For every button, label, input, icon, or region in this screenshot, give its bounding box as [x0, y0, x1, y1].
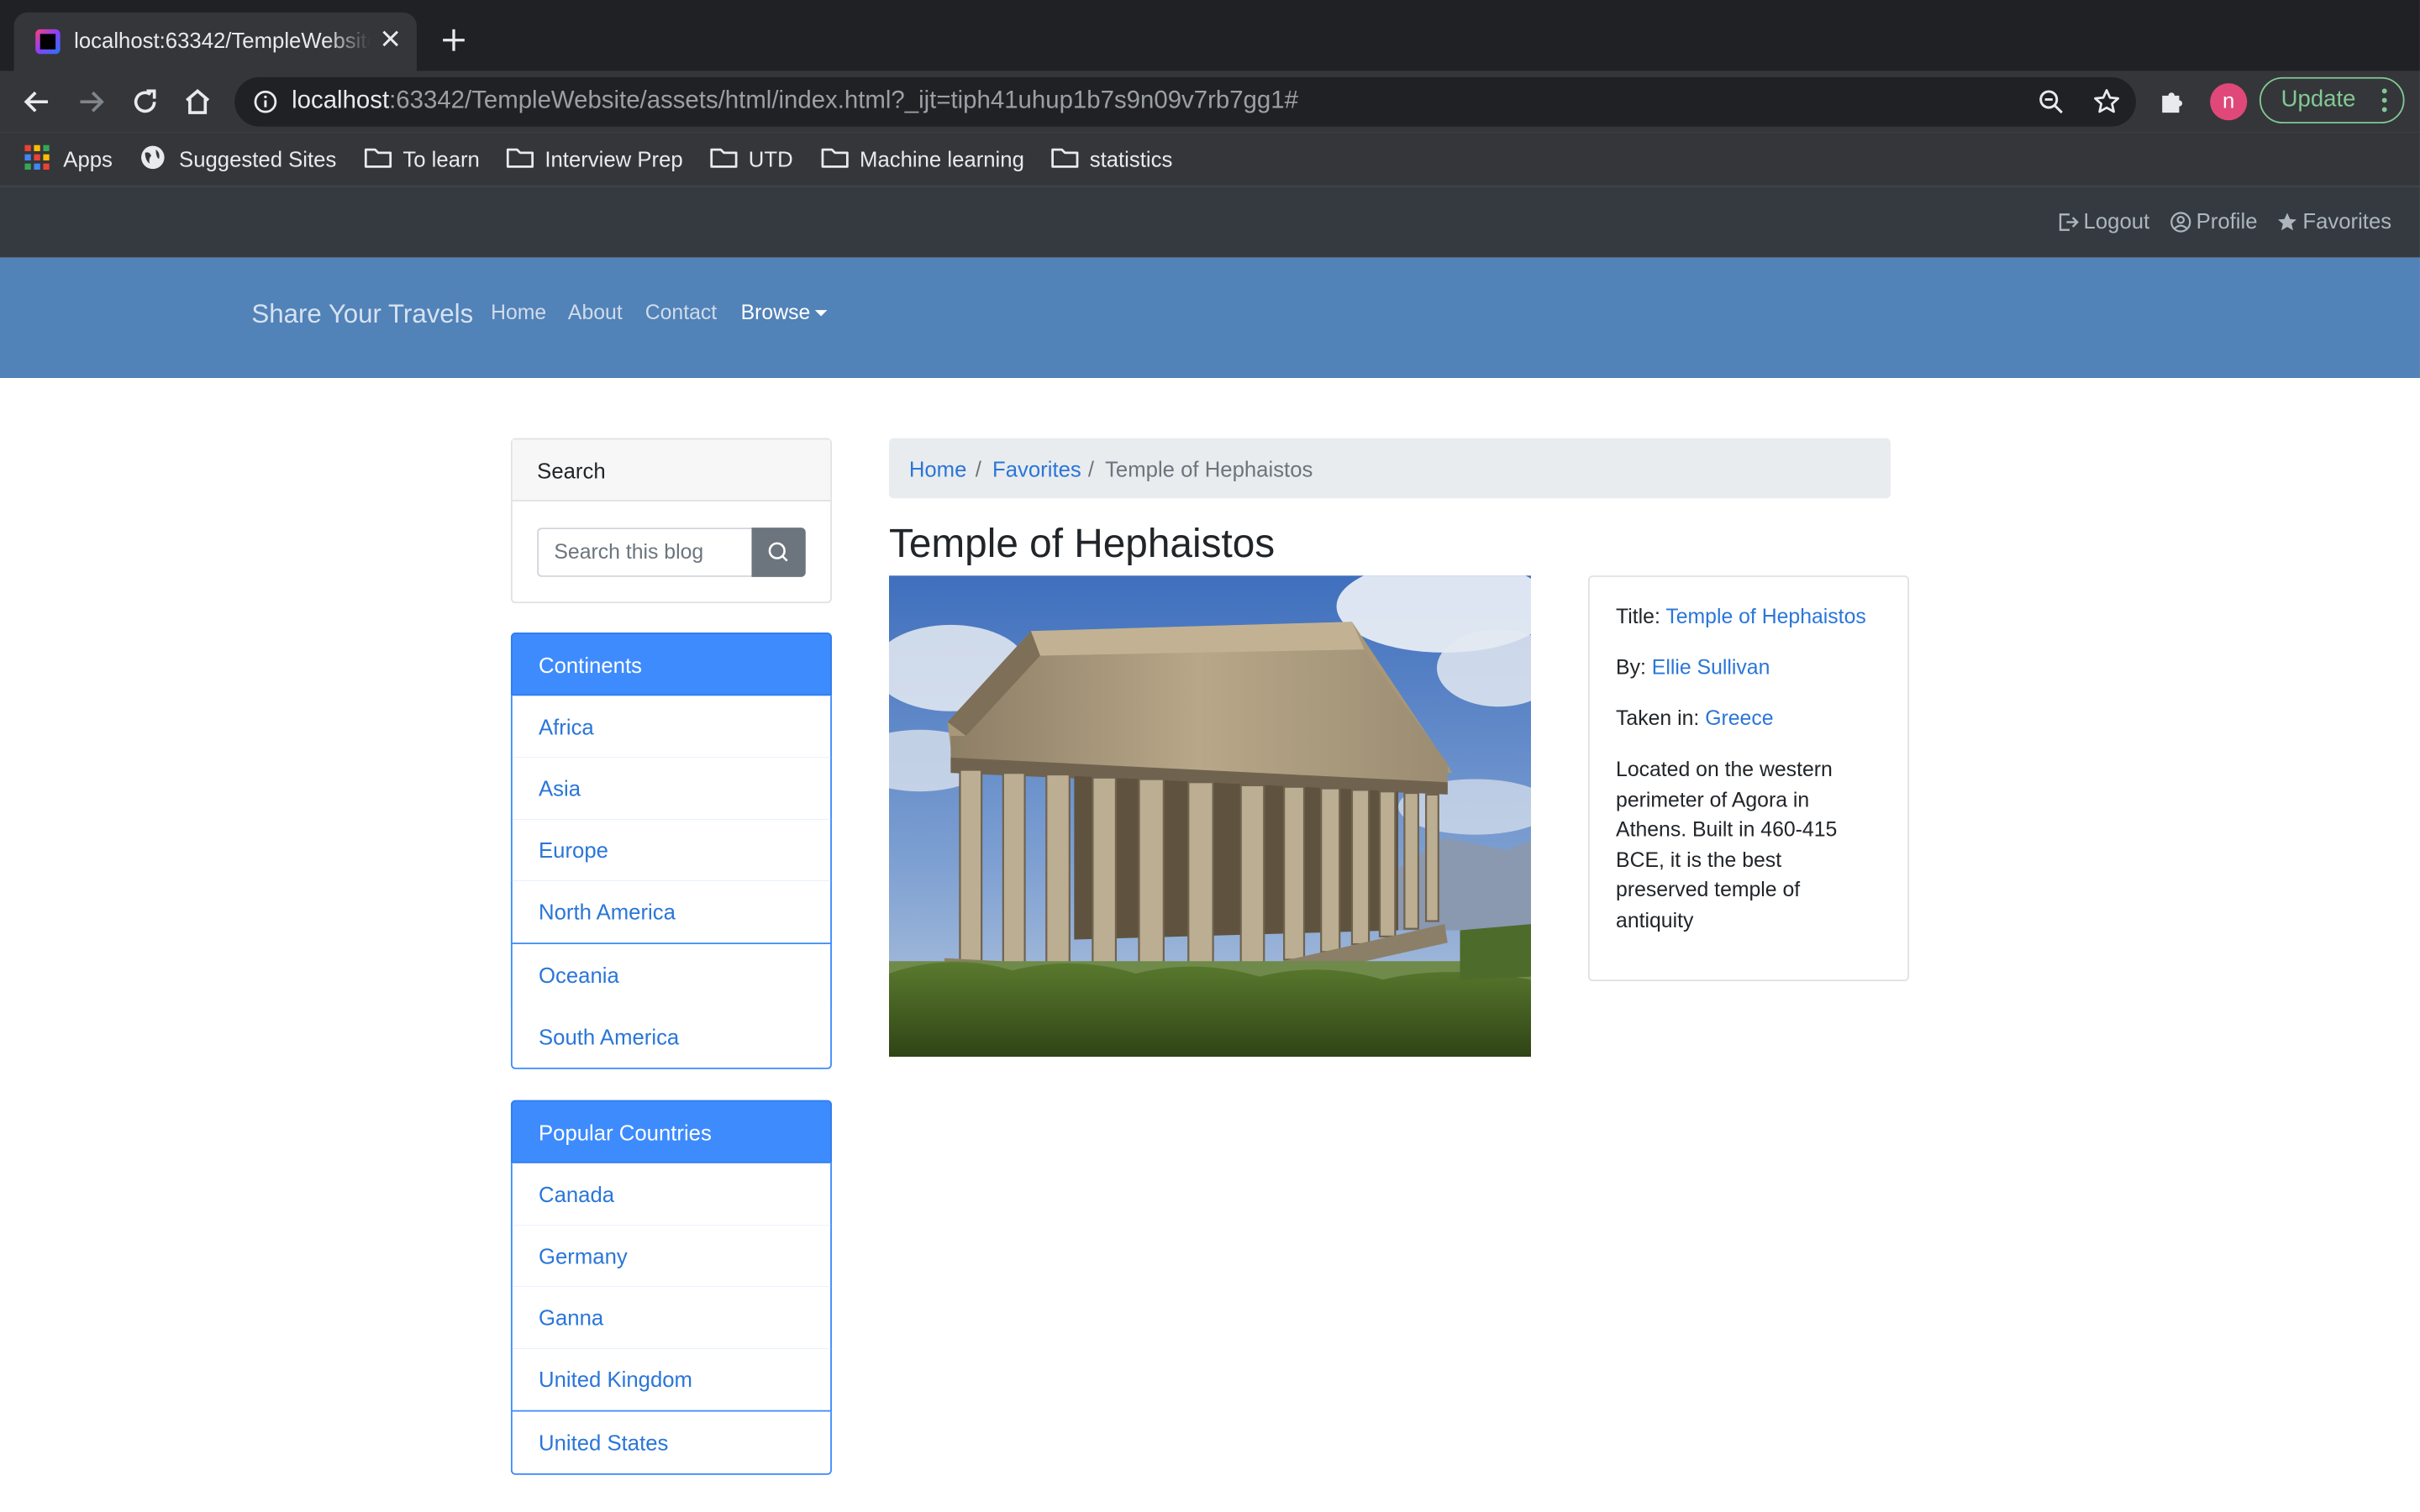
search-icon: [768, 542, 788, 562]
author-row: By: Ellie Sullivan: [1616, 656, 1770, 680]
folder-icon: [1051, 148, 1079, 168]
country-item[interactable]: Germany: [510, 1225, 832, 1289]
photo-description: Located on the western perimeter of Agor…: [1616, 757, 1838, 932]
tab-title: localhost:63342/TempleWebsite/assets/htm…: [74, 28, 371, 53]
continent-item[interactable]: Oceania: [510, 944, 832, 1008]
dropdown-caret-icon: [814, 310, 828, 317]
site-topbar: Logout Profile Favorites: [0, 186, 2420, 258]
title-row: Title: Temple of Hephaistos: [1616, 605, 1866, 628]
zoom-icon[interactable]: [2037, 88, 2065, 116]
breadcrumb: Home / Favorites / Temple of Hephaistos: [888, 438, 1891, 499]
continents-list: Continents Africa Asia Europe North Amer…: [510, 633, 832, 1069]
logout-icon: [2059, 213, 2079, 231]
browser-tab[interactable]: localhost:63342/TempleWebsite/assets/htm…: [13, 12, 417, 71]
continents-header: Continents: [510, 633, 832, 696]
continent-item[interactable]: Asia: [510, 757, 832, 822]
continent-item[interactable]: North America: [510, 880, 832, 945]
new-tab-plus-icon[interactable]: [439, 24, 470, 55]
folder-icon: [710, 148, 738, 168]
nav-about[interactable]: About: [568, 301, 623, 324]
forward-arrow-icon[interactable]: [72, 83, 109, 120]
update-button[interactable]: Update: [2259, 76, 2405, 123]
search-card-title: Search: [512, 439, 831, 501]
author-label: By:: [1616, 655, 1646, 680]
reload-icon[interactable]: [127, 83, 164, 120]
star-icon: [2277, 213, 2297, 231]
photo-details-card: Title: Temple of Hephaistos By: Ellie Su…: [1587, 575, 1909, 982]
intellij-favicon-icon: [35, 29, 60, 55]
browser-toolbar: localhost:63342/TempleWebsite/assets/htm…: [0, 71, 2420, 133]
countries-list: Popular Countries Canada Germany Ganna U…: [510, 1100, 832, 1475]
location-link[interactable]: Greece: [1705, 706, 1773, 730]
bookmark-label: statistics: [1089, 146, 1173, 171]
title-label: Title:: [1616, 604, 1660, 628]
main-navbar: Share Your Travels Home About Contact Br…: [0, 257, 2420, 378]
continent-item[interactable]: Europe: [510, 819, 832, 883]
brand-logo-text[interactable]: Share Your Travels: [251, 299, 473, 330]
search-card: Search Search this blog: [510, 438, 832, 604]
bookmark-label: UTD: [748, 146, 793, 171]
profile-label: Profile: [2196, 207, 2258, 234]
url-path: :63342/TempleWebsite/assets/html/index.h…: [389, 87, 1298, 114]
bookmark-label: Apps: [63, 146, 113, 171]
folder-icon: [506, 148, 534, 168]
bookmarks-bar: Apps Suggested Sites To learn Interview …: [0, 132, 2420, 187]
apps-grid-icon: [24, 144, 50, 171]
title-link[interactable]: Temple of Hephaistos: [1665, 605, 1865, 628]
bookmark-label: Interview Prep: [544, 146, 683, 171]
nav-contact[interactable]: Contact: [645, 301, 717, 324]
logout-label: Logout: [2083, 207, 2150, 234]
bookmark-star-icon[interactable]: [2091, 87, 2123, 118]
more-menu-icon[interactable]: [2381, 88, 2387, 113]
back-arrow-icon[interactable]: [18, 83, 55, 120]
page-title: Temple of Hephaistos: [888, 519, 1276, 567]
location-row: Taken in: Greece: [1616, 706, 1774, 730]
continent-item[interactable]: Africa: [510, 696, 832, 759]
temple-photo: [888, 575, 1532, 1058]
update-label: Update: [2281, 86, 2356, 113]
country-item[interactable]: United Kingdom: [510, 1348, 832, 1412]
folder-icon: [821, 148, 849, 168]
country-item[interactable]: Ganna: [510, 1286, 832, 1351]
address-bar[interactable]: localhost:63342/TempleWebsite/assets/htm…: [234, 76, 2136, 127]
search-input[interactable]: Search this blog: [537, 528, 752, 577]
search-button[interactable]: [751, 528, 806, 577]
country-item[interactable]: Canada: [510, 1163, 832, 1227]
url-host: localhost: [292, 87, 390, 114]
breadcrumb-current: Temple of Hephaistos: [1105, 456, 1313, 482]
profile-avatar[interactable]: n: [2210, 83, 2248, 121]
nav-browse-dropdown[interactable]: Browse: [741, 301, 811, 324]
bookmark-label: Suggested Sites: [179, 146, 337, 171]
tab-strip: localhost:63342/TempleWebsite/assets/htm…: [0, 0, 2420, 71]
browser-window: localhost:63342/TempleWebsite/assets/htm…: [0, 0, 2420, 1512]
author-link[interactable]: Ellie Sullivan: [1652, 656, 1770, 680]
folder-icon: [364, 148, 392, 168]
bookmark-label: To learn: [402, 146, 480, 171]
country-item[interactable]: United States: [510, 1411, 832, 1475]
home-icon[interactable]: [179, 83, 216, 120]
info-icon[interactable]: [253, 90, 277, 114]
breadcrumb-home[interactable]: Home: [909, 457, 967, 481]
url-text: localhost:63342/TempleWebsite/assets/htm…: [292, 88, 1298, 116]
countries-header: Popular Countries: [510, 1100, 832, 1163]
globe-icon: [141, 145, 165, 170]
location-label: Taken in:: [1616, 706, 1700, 730]
extensions-puzzle-icon[interactable]: [2158, 87, 2189, 118]
breadcrumb-favorites[interactable]: Favorites: [992, 457, 1081, 481]
close-icon[interactable]: [378, 26, 402, 50]
user-circle-icon: [2170, 212, 2191, 233]
continent-item[interactable]: South America: [510, 1005, 832, 1069]
favorites-label: Favorites: [2302, 207, 2392, 234]
breadcrumb-separator: /: [975, 456, 981, 482]
bookmark-label: Machine learning: [860, 146, 1024, 171]
breadcrumb-separator: /: [1087, 456, 1095, 482]
nav-home[interactable]: Home: [491, 301, 546, 324]
